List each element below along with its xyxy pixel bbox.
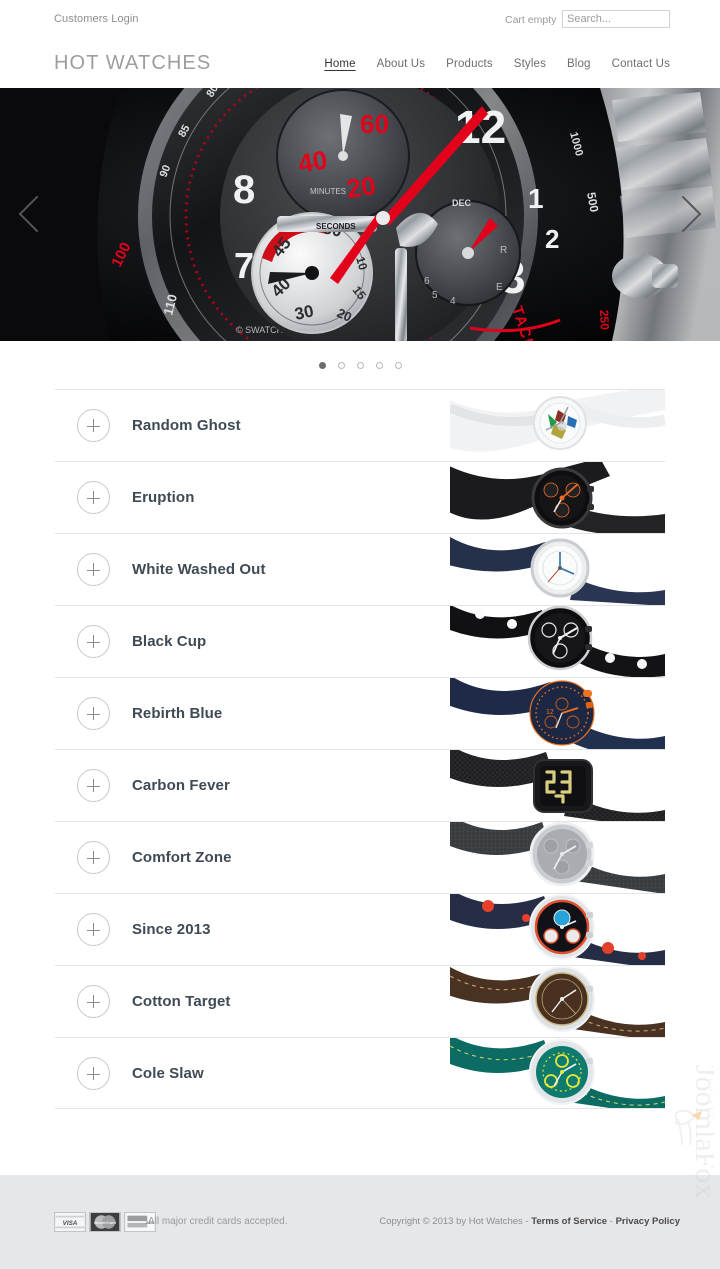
product-title: Rebirth Blue	[132, 705, 223, 722]
table-row[interactable]: Eruption	[55, 461, 665, 533]
nav-item-styles[interactable]: Styles	[514, 58, 546, 70]
product-title: Since 2013	[132, 921, 211, 938]
product-thumbnail	[450, 966, 665, 1037]
svg-text:MINUTES: MINUTES	[310, 187, 346, 196]
product-thumbnail	[450, 534, 665, 605]
nav-item-contact-us[interactable]: Contact Us	[612, 58, 670, 70]
plus-icon[interactable]	[77, 697, 110, 730]
svg-text:5: 5	[432, 290, 438, 301]
table-row[interactable]: Carbon Fever	[55, 749, 665, 821]
table-row[interactable]: Black Cup	[55, 605, 665, 677]
svg-text:R: R	[500, 245, 507, 256]
slider-prev-arrow[interactable]	[18, 180, 58, 250]
table-row[interactable]: Random Ghost	[55, 389, 665, 461]
product-title: Eruption	[132, 489, 195, 506]
product-title: Carbon Fever	[132, 777, 230, 794]
search-box[interactable]	[562, 9, 670, 28]
svg-text:2: 2	[545, 224, 559, 254]
product-title: Random Ghost	[132, 417, 241, 434]
plus-icon[interactable]	[77, 913, 110, 946]
slider-dot-4[interactable]	[375, 361, 383, 369]
product-thumbnail	[450, 750, 665, 821]
svg-text:8: 8	[233, 168, 255, 212]
plus-icon[interactable]	[77, 769, 110, 802]
site-footer: VISA MasterCard Bank All major credit ca…	[0, 1175, 720, 1269]
plus-icon[interactable]	[77, 481, 110, 514]
svg-text:20: 20	[345, 170, 378, 204]
product-thumbnail	[450, 606, 665, 677]
table-row[interactable]: Since 2013	[55, 893, 665, 965]
table-row[interactable]: White Washed Out	[55, 533, 665, 605]
product-title: Black Cup	[132, 633, 207, 650]
svg-text:DEC: DEC	[452, 198, 472, 208]
table-row[interactable]: Comfort Zone	[55, 821, 665, 893]
slider-next-arrow[interactable]	[662, 180, 702, 250]
svg-text:60: 60	[360, 109, 389, 139]
svg-text:6: 6	[424, 276, 430, 287]
hero-slide-image: TACHYMETER 100 1000 500 250 80 85 90 110…	[0, 88, 720, 341]
product-thumbnail	[450, 390, 665, 461]
svg-text:SECONDS: SECONDS	[316, 222, 356, 231]
product-title: Comfort Zone	[132, 849, 232, 866]
svg-text:30: 30	[293, 301, 315, 324]
slider-dot-1[interactable]	[318, 361, 326, 369]
top-bar: Customers Login Cart empty	[0, 0, 720, 38]
product-title: Cole Slaw	[132, 1064, 204, 1082]
table-row[interactable]: Cole Slaw	[55, 1037, 665, 1109]
nav-item-about-us[interactable]: About Us	[377, 58, 426, 70]
svg-text:E: E	[496, 282, 503, 293]
visa-card-icon: VISA	[54, 1212, 86, 1232]
site-logo[interactable]: HOT WATCHES	[54, 52, 211, 75]
product-list: Random Ghost Eruption White Washed Out B…	[55, 389, 665, 1109]
copyright-prefix: Copyright © 2013 by Hot Watches -	[379, 1216, 532, 1227]
plus-icon[interactable]	[77, 985, 110, 1018]
svg-text:4: 4	[450, 296, 456, 307]
payment-cards: VISA MasterCard Bank	[54, 1212, 156, 1232]
plus-icon[interactable]	[77, 1056, 110, 1090]
main-navigation: Home About Us Products Styles Blog Conta…	[324, 58, 670, 70]
svg-text:250: 250	[597, 310, 612, 331]
site-header: HOT WATCHES Home About Us Products Style…	[0, 38, 720, 88]
plus-icon[interactable]	[77, 553, 110, 586]
terms-of-service-link[interactable]: Terms of Service	[531, 1216, 607, 1227]
product-title: Cotton Target	[132, 993, 231, 1010]
nav-item-blog[interactable]: Blog	[567, 58, 591, 70]
payment-note: All major credit cards accepted.	[148, 1216, 288, 1227]
svg-text:MasterCard: MasterCard	[94, 1220, 116, 1225]
plus-icon[interactable]	[77, 841, 110, 874]
svg-text:7: 7	[234, 245, 254, 286]
svg-text:VISA: VISA	[63, 1220, 78, 1227]
product-thumbnail	[450, 822, 665, 893]
slider-dot-3[interactable]	[356, 361, 364, 369]
nav-item-home[interactable]: Home	[324, 58, 355, 70]
copyright-separator: -	[607, 1216, 616, 1227]
product-title: White Washed Out	[132, 561, 266, 578]
svg-text:12: 12	[546, 709, 554, 716]
svg-text:40: 40	[296, 144, 330, 179]
cart-status: Cart empty	[505, 14, 557, 26]
footer-spacer	[0, 1109, 720, 1169]
slider-pagination	[0, 341, 720, 389]
nav-item-products[interactable]: Products	[446, 58, 493, 70]
plus-icon[interactable]	[77, 625, 110, 658]
search-input[interactable]	[562, 10, 670, 28]
product-thumbnail	[450, 1038, 665, 1108]
slider-dot-5[interactable]	[394, 361, 402, 369]
svg-text:1: 1	[528, 183, 544, 214]
privacy-policy-link[interactable]: Privacy Policy	[616, 1216, 680, 1227]
product-thumbnail	[450, 894, 665, 965]
hero-slider: TACHYMETER 100 1000 500 250 80 85 90 110…	[0, 88, 720, 341]
mastercard-card-icon: MasterCard	[89, 1212, 121, 1232]
plus-icon[interactable]	[77, 409, 110, 442]
table-row[interactable]: Rebirth Blue 12	[55, 677, 665, 749]
product-thumbnail	[450, 462, 665, 533]
customers-login-link[interactable]: Customers Login	[54, 13, 139, 25]
product-thumbnail: 12	[450, 678, 665, 749]
copyright-text: Copyright © 2013 by Hot Watches - Terms …	[379, 1216, 680, 1227]
table-row[interactable]: Cotton Target	[55, 965, 665, 1037]
slider-dot-2[interactable]	[337, 361, 345, 369]
